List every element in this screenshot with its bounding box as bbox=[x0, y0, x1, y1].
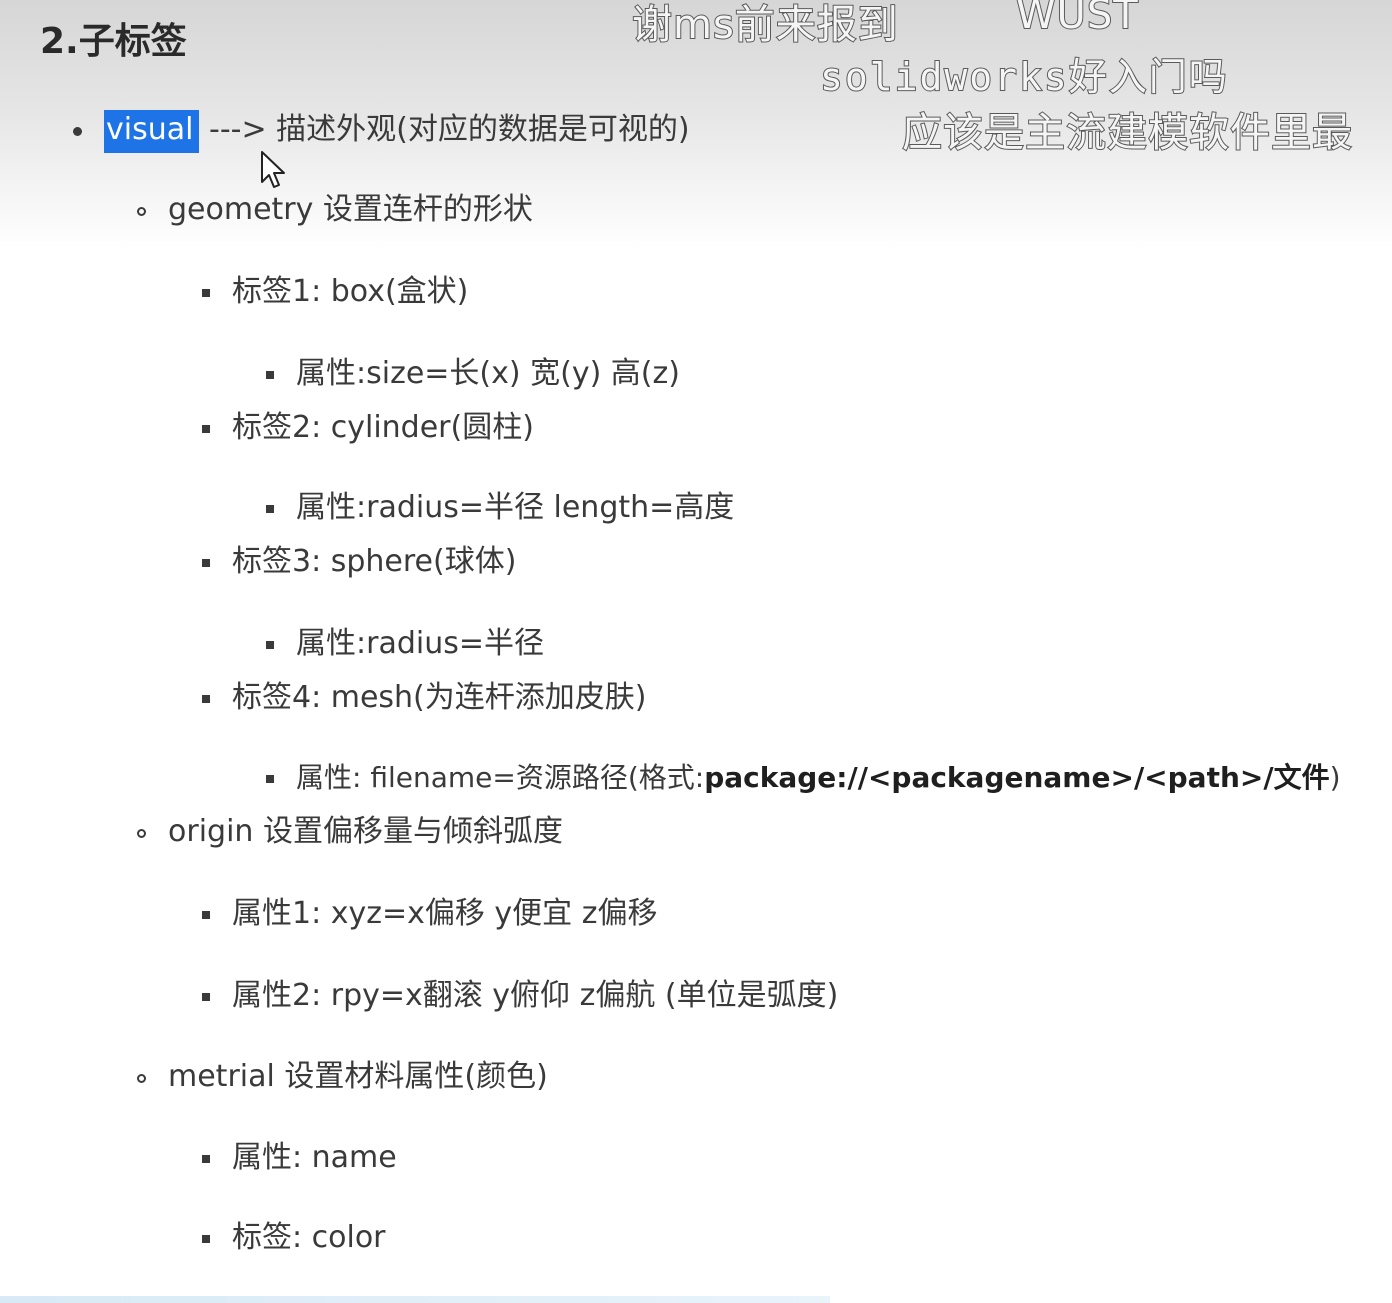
bullet-disc bbox=[73, 127, 82, 136]
bullet-square bbox=[266, 775, 274, 783]
origin-attr-rpy: 属性2: rpy=x翻滚 y俯仰 z偏航 (单位是弧度) bbox=[232, 978, 839, 1013]
bullet-square bbox=[202, 289, 210, 297]
overlay-comment-4: 应该是主流建模软件里最 bbox=[901, 109, 1353, 157]
tag-4-attr-path: package://<packagename>/<path>/文件 bbox=[704, 761, 1330, 794]
origin-item: origin 设置偏移量与倾斜弧度 bbox=[168, 814, 563, 849]
bullet-square bbox=[202, 1235, 210, 1243]
visual-description: ---> 描述外观(对应的数据是可视的) bbox=[209, 112, 690, 147]
visual-item: visual ---> 描述外观(对应的数据是可视的) bbox=[104, 110, 690, 153]
bullet-square bbox=[202, 911, 210, 919]
bullet-circle bbox=[137, 829, 146, 838]
tag-2-cylinder: 标签2: cylinder(圆柱) bbox=[232, 410, 534, 445]
bullet-square bbox=[202, 425, 210, 433]
bullet-square bbox=[202, 1155, 210, 1163]
bullet-circle bbox=[137, 1074, 146, 1083]
tag-4-attr: 属性: filename=资源路径(格式:package://<packagen… bbox=[296, 758, 1341, 798]
metrial-attr-name: 属性: name bbox=[232, 1140, 397, 1175]
section-heading: 2.子标签 bbox=[40, 21, 187, 62]
tag-1-attr: 属性:size=长(x) 宽(y) 高(z) bbox=[296, 356, 680, 391]
overlay-comment-3: solidworks好入门吗 bbox=[819, 54, 1229, 100]
metrial-item: metrial 设置材料属性(颜色) bbox=[168, 1059, 548, 1094]
mouse-cursor-icon bbox=[261, 151, 285, 188]
metrial-tag-color: 标签: color bbox=[232, 1220, 386, 1255]
tag-3-attr: 属性:radius=半径 bbox=[296, 626, 544, 661]
document-content: 2.子标签 谢ms前来报到 WUST solidworks好入门吗 应该是主流建… bbox=[0, 0, 1392, 1303]
bottom-scroll-bar bbox=[0, 1296, 830, 1303]
tag-3-sphere: 标签3: sphere(球体) bbox=[232, 544, 517, 579]
overlay-comment-1: 谢ms前来报到 bbox=[631, 1, 899, 49]
tag-4-attr-prefix: 属性: filename=资源路径(格式: bbox=[296, 761, 705, 794]
geometry-item: geometry 设置连杆的形状 bbox=[168, 192, 533, 227]
tag-4-attr-suffix: ) bbox=[1329, 761, 1341, 794]
overlay-comment-2: WUST bbox=[1015, 0, 1139, 39]
tag-4-mesh: 标签4: mesh(为连杆添加皮肤) bbox=[232, 680, 647, 715]
bullet-circle bbox=[137, 207, 146, 216]
bullet-square bbox=[202, 695, 210, 703]
origin-attr-xyz: 属性1: xyz=x偏移 y便宜 z偏移 bbox=[232, 896, 658, 931]
bullet-square bbox=[266, 371, 274, 379]
visual-keyword-selected[interactable]: visual bbox=[104, 110, 200, 153]
bullet-square bbox=[202, 993, 210, 1001]
tag-2-attr: 属性:radius=半径 length=高度 bbox=[296, 490, 735, 525]
bullet-square bbox=[266, 505, 274, 513]
bullet-square bbox=[202, 559, 210, 567]
tag-1-box: 标签1: box(盒状) bbox=[232, 274, 469, 309]
bullet-square bbox=[266, 641, 274, 649]
